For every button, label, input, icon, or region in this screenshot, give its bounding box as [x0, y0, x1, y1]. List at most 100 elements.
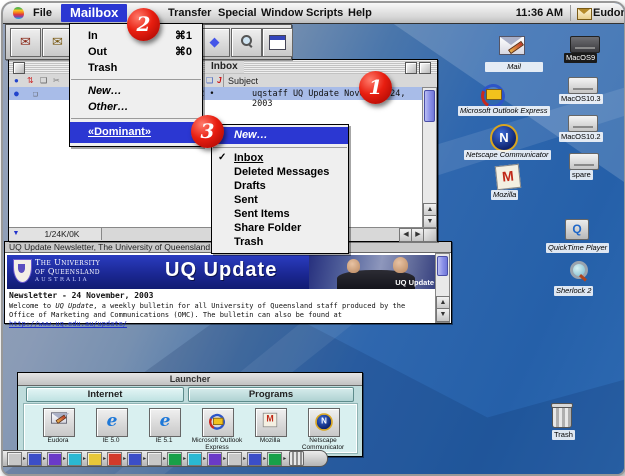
control-strip-module-printer[interactable] [107, 452, 122, 466]
junk-column-icon[interactable]: J [217, 76, 221, 85]
control-strip-module-sound-volume[interactable] [227, 452, 242, 466]
submenu-item-inbox[interactable]: ✓Inbox [212, 151, 348, 165]
menu-item-out[interactable]: Out⌘0 [70, 44, 202, 60]
date-button[interactable] [262, 28, 293, 57]
menu-scripts[interactable]: Scripts [306, 7, 343, 19]
desktop-icon-trash[interactable] [552, 406, 572, 428]
desktop-label-spare[interactable]: spare [570, 170, 593, 180]
control-strip-module-location[interactable] [207, 452, 222, 466]
status-column-icon[interactable]: ● [14, 76, 19, 85]
desktop-icon-mail[interactable] [499, 36, 525, 55]
launcher-button-netscape[interactable]: N [308, 408, 340, 437]
desktop-label-macos102[interactable]: MacOS10.2 [559, 132, 603, 142]
find-button[interactable] [231, 28, 262, 57]
module-arrow-icon: ▸ [63, 455, 66, 462]
launcher-titlebar[interactable]: Launcher [18, 373, 362, 386]
desktop-label-trash[interactable]: Trash [552, 430, 575, 440]
quicktime-icon: Q [565, 219, 589, 240]
menu-bar: File Mailbox Transfer Special Window Scr… [3, 3, 624, 24]
submenu-item-share-folder[interactable]: Share Folder [212, 221, 348, 235]
server-status-column-icon[interactable]: ❑ [206, 76, 213, 85]
desktop-label-macos103[interactable]: MacOS10.3 [559, 94, 603, 104]
close-box[interactable] [13, 62, 25, 74]
mailbox-size-dropdown[interactable]: ▼ [9, 228, 24, 240]
grow-box[interactable] [423, 228, 437, 242]
desktop-icon-mozilla[interactable]: M [496, 165, 520, 189]
desktop-icon-spare[interactable] [569, 153, 599, 170]
scroll-down-button[interactable]: ▼ [436, 308, 450, 322]
menu-bar-clock[interactable]: 11:36 AM [511, 7, 563, 19]
submenu-item-new[interactable]: New… [212, 127, 348, 144]
control-strip-module-video[interactable] [127, 452, 142, 466]
desktop-icon-macos9[interactable] [570, 36, 600, 53]
desktop-icon-netscape[interactable]: N [490, 124, 518, 152]
address-book-button[interactable]: ◆ [199, 28, 230, 57]
inbox-scroll-thumb[interactable] [424, 90, 435, 122]
control-strip-module-quicktime[interactable] [187, 452, 202, 466]
submenu-item-sent[interactable]: Sent [212, 193, 348, 207]
menu-help[interactable]: Help [348, 7, 372, 19]
menu-item-other[interactable]: Other… [70, 99, 202, 115]
submenu-item-drafts[interactable]: Drafts [212, 179, 348, 193]
launcher-label: Netscape Communicator [296, 437, 350, 451]
application-menu-name[interactable]: Eudora [593, 7, 625, 19]
control-strip-module-file-sharing[interactable] [67, 452, 82, 466]
newsletter-link[interactable]: http://www.uq.edu.au/update/ [9, 320, 127, 328]
zoom-box[interactable] [405, 62, 417, 74]
collapse-box[interactable] [419, 62, 431, 74]
desktop-icon-macos103[interactable] [568, 77, 598, 94]
control-strip-handle[interactable] [289, 451, 304, 466]
attachment-column-icon[interactable]: ❑ [40, 76, 47, 85]
message-vscrollbar[interactable]: ▲ ▼ [435, 253, 450, 323]
menu-transfer[interactable]: Transfer [168, 7, 211, 19]
launcher-button-mozilla[interactable]: M [255, 408, 287, 437]
desktop-label-mail[interactable]: Mail [485, 62, 543, 72]
launcher-button-ie50[interactable]: e [96, 408, 128, 437]
menu-item-dominant[interactable]: «Dominant»▶ [70, 122, 202, 143]
menu-window[interactable]: Window [261, 7, 303, 19]
control-strip-module-resolution[interactable] [27, 452, 42, 466]
menu-mailbox-open[interactable]: Mailbox [61, 4, 127, 22]
application-menu-icon[interactable] [577, 8, 592, 20]
launcher-tab-programs[interactable]: Programs [188, 387, 354, 402]
apple-menu-icon[interactable] [13, 7, 24, 19]
menu-item-new[interactable]: New… [70, 83, 202, 99]
delete-mail-button[interactable]: ✉ [10, 28, 41, 57]
launcher-button-ie51[interactable]: e [149, 408, 181, 437]
control-strip-module-desktop-pattern[interactable] [7, 452, 22, 466]
submenu-item-sent-items[interactable]: Sent Items [212, 207, 348, 221]
control-strip-module-keychain[interactable] [87, 452, 102, 466]
control-strip-module-sound-input[interactable] [247, 452, 262, 466]
launcher-tab-internet[interactable]: Internet [26, 387, 184, 402]
desktop-label-netscape[interactable]: Netscape Communicator [464, 150, 551, 160]
menu-item-trash[interactable]: Trash [70, 60, 202, 76]
control-strip-module-appletalk[interactable] [47, 452, 62, 466]
desktop-label-macos9[interactable]: MacOS9 [564, 53, 597, 63]
submenu-item-trash[interactable]: Trash [212, 235, 348, 249]
inbox-vscrollbar[interactable]: ▲ ▼ [422, 87, 437, 230]
control-strip[interactable]: ▸ ▸ ▸ ▸ ▸ ▸ ▸ ▸ ▸ ▸ ▸ ▸ ▸ ▸ [3, 450, 328, 467]
module-arrow-icon: ▸ [283, 455, 286, 462]
desktop-icon-quicktime[interactable]: Q [565, 219, 589, 240]
launcher-button-outlook-express[interactable] [202, 408, 234, 437]
subject-column-header[interactable]: Subject [228, 76, 258, 86]
label-column-icon[interactable]: ✂ [53, 76, 60, 85]
priority-column-icon[interactable]: ⇅ [27, 76, 34, 85]
desktop-icon-outlook-express[interactable] [480, 83, 504, 103]
menu-file[interactable]: File [33, 7, 52, 19]
message-scroll-thumb[interactable] [437, 256, 448, 276]
desktop-icon-macos102[interactable] [568, 115, 598, 132]
menu-special[interactable]: Special [218, 7, 257, 19]
menu-separator [71, 79, 201, 80]
desktop-label-mozilla[interactable]: Mozilla [491, 190, 518, 200]
control-strip-module-color-depth[interactable] [147, 452, 162, 466]
control-strip-module-energy[interactable] [167, 452, 182, 466]
desktop-label-sherlock[interactable]: Sherlock 2 [554, 286, 593, 296]
desktop-icon-sherlock[interactable] [567, 260, 589, 282]
in-tray-icon: ✉ [52, 34, 63, 49]
submenu-item-deleted-messages[interactable]: Deleted Messages [212, 165, 348, 179]
launcher-button-eudora[interactable] [43, 408, 75, 437]
control-strip-module-web-sharing[interactable] [267, 452, 282, 466]
desktop-label-quicktime[interactable]: QuickTime Player [546, 243, 609, 253]
desktop-label-outlook-express[interactable]: Microsoft Outlook Express [458, 106, 550, 116]
